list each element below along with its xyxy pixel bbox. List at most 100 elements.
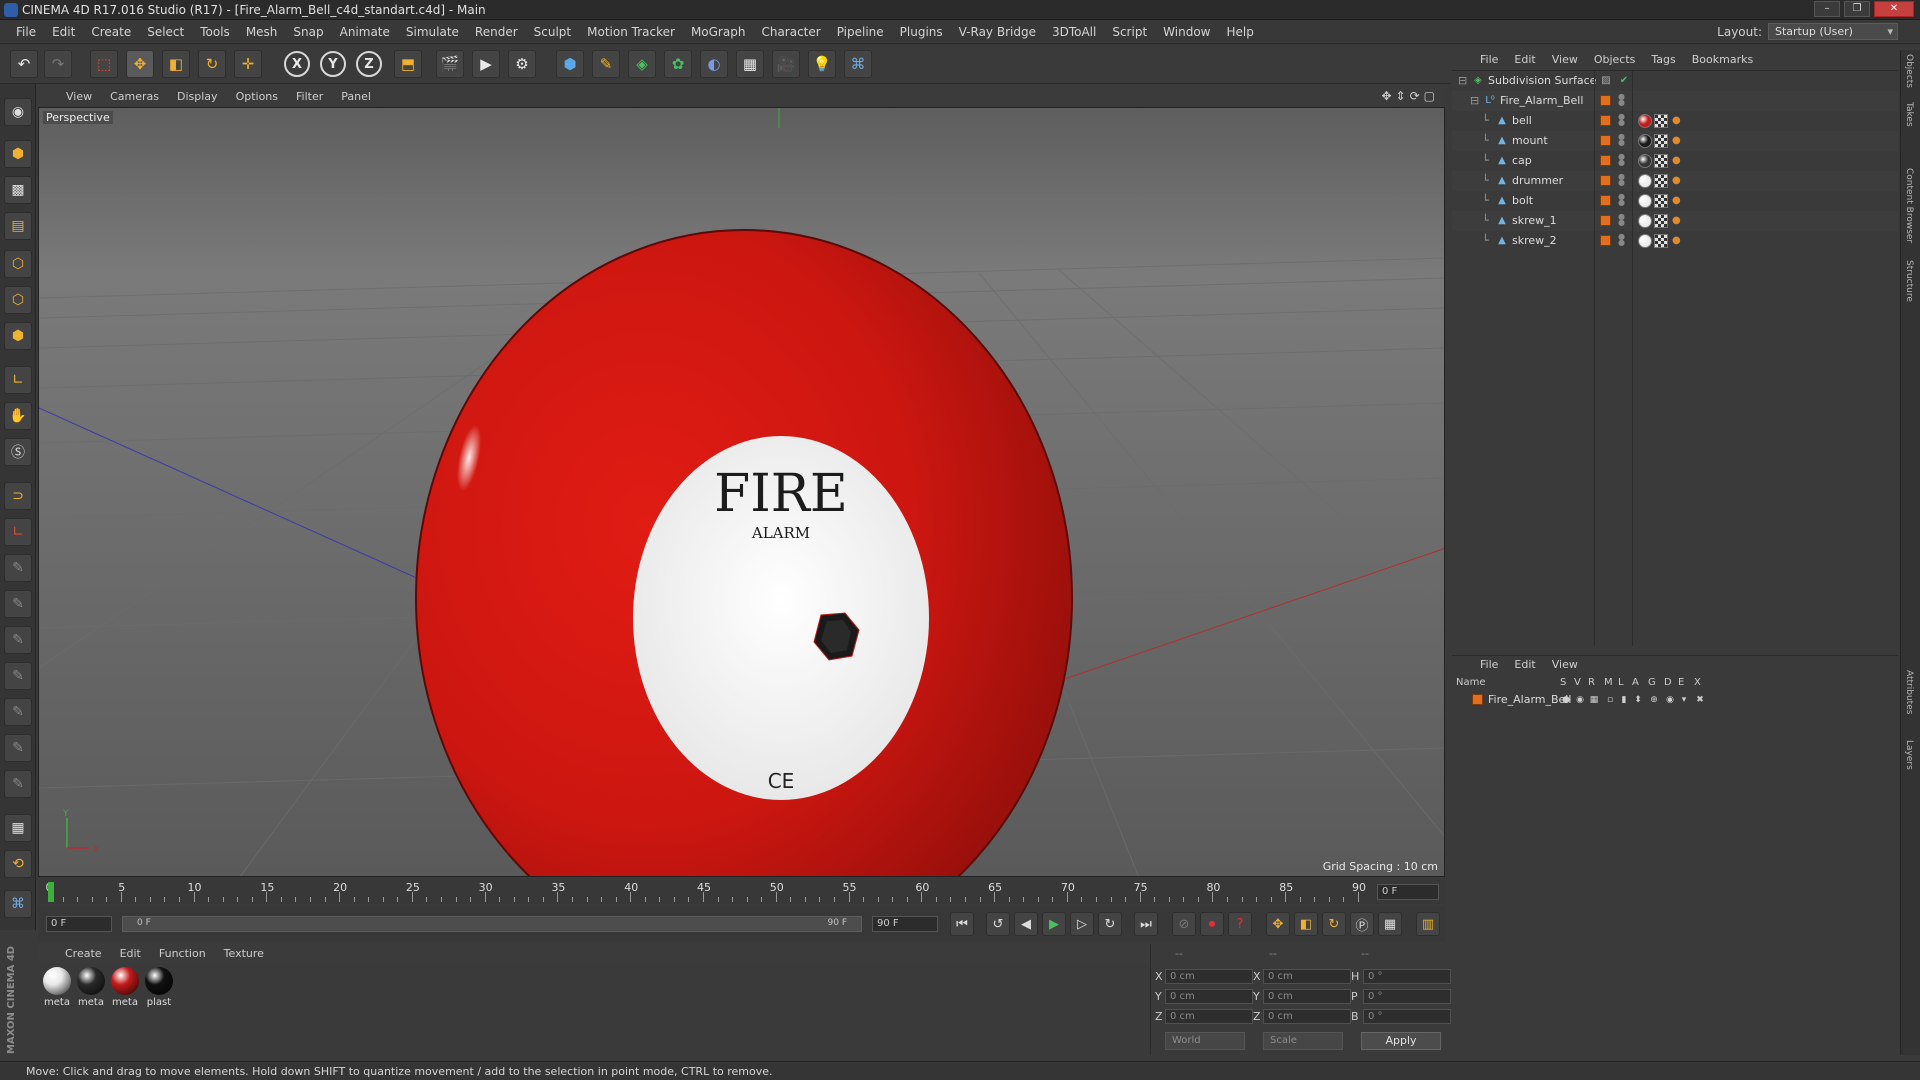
size-y-field[interactable]: 0 cm xyxy=(1263,989,1351,1004)
size-x-field[interactable]: 0 cm xyxy=(1263,969,1351,984)
uvw-tag-icon[interactable] xyxy=(1654,134,1668,148)
object-row[interactable]: ⊟ ◈ Subdivision Surface ▨ ✔ xyxy=(1452,71,1898,91)
tree-toggle-icon[interactable]: └ xyxy=(1482,114,1489,127)
uvw-tag-icon[interactable] xyxy=(1654,214,1668,228)
tree-toggle-icon[interactable]: └ xyxy=(1482,174,1489,187)
object-menu-objects[interactable]: Objects xyxy=(1586,53,1644,66)
autokey-icon[interactable]: ⏺ xyxy=(1200,912,1224,936)
tweak-mode-icon[interactable]: ✋ xyxy=(4,402,32,430)
subdivision-icon[interactable]: ◈ xyxy=(628,50,656,78)
menu-simulate[interactable]: Simulate xyxy=(398,25,467,39)
menu-v-ray-bridge[interactable]: V-Ray Bridge xyxy=(951,25,1044,39)
material-tag-icon[interactable] xyxy=(1638,114,1652,128)
visibility-dots-icon[interactable]: ● ● xyxy=(1618,193,1625,207)
edit-render-settings-icon[interactable]: ⚙ xyxy=(508,50,536,78)
tree-toggle-icon[interactable]: ⊟ xyxy=(1470,94,1479,107)
phong-tag-icon[interactable]: ● xyxy=(1672,175,1681,186)
viewport-menu-cameras[interactable]: Cameras xyxy=(101,90,168,103)
material-menu-edit[interactable]: Edit xyxy=(111,947,150,960)
cube-icon[interactable]: ⬢ xyxy=(556,50,584,78)
coordinate-system-icon[interactable]: ⬒ xyxy=(394,50,422,78)
start-frame-field[interactable]: 0 F xyxy=(46,916,112,932)
render-picture-viewer-icon[interactable]: ▶ xyxy=(472,50,500,78)
menu-select[interactable]: Select xyxy=(139,25,192,39)
layout-select[interactable]: Startup (User) xyxy=(1768,23,1898,40)
light-icon[interactable]: 💡 xyxy=(808,50,836,78)
timeline-ruler[interactable]: 051015202530354045505560657075808590 0 F xyxy=(38,880,1445,904)
visibility-dots-icon[interactable]: ● ● xyxy=(1618,173,1625,187)
material-swatch[interactable]: meta xyxy=(76,967,106,1008)
sculpt-tool-5-icon[interactable]: ✎ xyxy=(4,698,32,726)
layer-flag-icon[interactable]: ⊕ xyxy=(1648,694,1660,706)
object-menu-tags[interactable]: Tags xyxy=(1643,53,1683,66)
menu-script[interactable]: Script xyxy=(1104,25,1155,39)
layer-row[interactable]: Fire_Alarm_Bell ● ◉ ▦ ▫ ▮ ⬍ ⊕ ◉ ▾ ✖ xyxy=(1452,691,1898,709)
menu-character[interactable]: Character xyxy=(753,25,828,39)
tree-toggle-icon[interactable]: └ xyxy=(1482,234,1489,247)
texture-mode-icon[interactable]: ▩ xyxy=(4,176,32,204)
phong-tag-icon[interactable]: ● xyxy=(1672,195,1681,206)
side-tab-attributes[interactable]: Attributes xyxy=(1904,670,1914,714)
visibility-dots-icon[interactable]: ● ● xyxy=(1618,233,1625,247)
object-row[interactable]: └ ▲ bolt ● ● ● xyxy=(1452,191,1898,211)
layer-flag-icon[interactable]: ◉ xyxy=(1574,694,1586,706)
layer-flag-icon[interactable]: ▫ xyxy=(1604,694,1616,706)
sculpt-tool-7-icon[interactable]: ✎ xyxy=(4,770,32,798)
rotation-b-field[interactable]: 0 ° xyxy=(1363,1009,1451,1024)
next-key-icon[interactable]: ↻ xyxy=(1098,912,1122,936)
phong-tag-icon[interactable]: ● xyxy=(1672,115,1681,126)
menu-plugins[interactable]: Plugins xyxy=(892,25,951,39)
floor-icon[interactable]: ▦ xyxy=(736,50,764,78)
visibility-dots-icon[interactable]: ● ● xyxy=(1618,133,1625,147)
workplane-mode-icon[interactable]: ▤ xyxy=(4,212,32,240)
tree-toggle-icon[interactable]: └ xyxy=(1482,194,1489,207)
visibility-dots-icon[interactable]: ● ● xyxy=(1618,93,1625,107)
array-icon[interactable]: ✿ xyxy=(664,50,692,78)
uvw-tag-icon[interactable] xyxy=(1654,154,1668,168)
timeline-playhead[interactable] xyxy=(48,882,54,902)
menu-render[interactable]: Render xyxy=(467,25,526,39)
make-editable-icon[interactable]: ◉ xyxy=(4,98,32,126)
menu-sculpt[interactable]: Sculpt xyxy=(526,25,579,39)
enabled-check-icon[interactable]: ✔ xyxy=(1618,75,1630,87)
key-rotation-icon[interactable]: ↻ xyxy=(1322,912,1346,936)
menu-tools[interactable]: Tools xyxy=(192,25,238,39)
material-swatch[interactable]: plast xyxy=(144,967,174,1008)
object-row[interactable]: ⊟ L⁰ Fire_Alarm_Bell ● ● xyxy=(1452,91,1898,111)
axis-mode-icon[interactable]: ∟ xyxy=(4,366,32,394)
sculpt-tool-4-icon[interactable]: ✎ xyxy=(4,662,32,690)
menu-window[interactable]: Window xyxy=(1155,25,1218,39)
viewport-nav-icons[interactable]: ✥⇕⟳▢ xyxy=(1381,89,1439,103)
material-swatch[interactable]: meta xyxy=(110,967,140,1008)
position-x-field[interactable]: 0 cm xyxy=(1165,969,1253,984)
layer-color-swatch[interactable] xyxy=(1472,694,1483,705)
viewport-menu-options[interactable]: Options xyxy=(227,90,287,103)
model-mode-icon[interactable]: ⬢ xyxy=(4,140,32,168)
key-position-icon[interactable]: ✥ xyxy=(1266,912,1290,936)
visibility-dots-icon[interactable]: ● ● xyxy=(1618,113,1625,127)
rotation-p-field[interactable]: 0 ° xyxy=(1363,989,1451,1004)
polygons-mode-icon[interactable]: ⬢ xyxy=(4,322,32,350)
sculpt-tool-1-icon[interactable]: ✎ xyxy=(4,554,32,582)
size-z-field[interactable]: 0 cm xyxy=(1263,1009,1351,1024)
object-menu-edit[interactable]: Edit xyxy=(1506,53,1543,66)
menu-pipeline[interactable]: Pipeline xyxy=(829,25,892,39)
object-row[interactable]: └ ▲ mount ● ● ● xyxy=(1452,131,1898,151)
layer-menu-edit[interactable]: Edit xyxy=(1506,658,1543,671)
visibility-dots-icon[interactable]: ● ● xyxy=(1618,153,1625,167)
layer-color-swatch[interactable] xyxy=(1600,135,1611,146)
tree-toggle-icon[interactable]: └ xyxy=(1482,134,1489,147)
go-to-end-icon[interactable]: ⏭ xyxy=(1134,912,1158,936)
tree-toggle-icon[interactable]: ⊟ xyxy=(1458,74,1467,87)
phong-tag-icon[interactable]: ● xyxy=(1672,135,1681,146)
menu-motion-tracker[interactable]: Motion Tracker xyxy=(579,25,683,39)
layer-flag-icon[interactable]: ▮ xyxy=(1618,694,1630,706)
material-tag-icon[interactable] xyxy=(1638,234,1652,248)
tree-toggle-icon[interactable]: └ xyxy=(1482,214,1489,227)
object-row[interactable]: └ ▲ cap ● ● ● xyxy=(1452,151,1898,171)
deformer-icon[interactable]: ◐ xyxy=(700,50,728,78)
render-region-icon[interactable]: ⟲ xyxy=(4,850,32,878)
menu-mograph[interactable]: MoGraph xyxy=(683,25,754,39)
layer-menu-view[interactable]: View xyxy=(1544,658,1586,671)
material-tag-icon[interactable] xyxy=(1638,214,1652,228)
